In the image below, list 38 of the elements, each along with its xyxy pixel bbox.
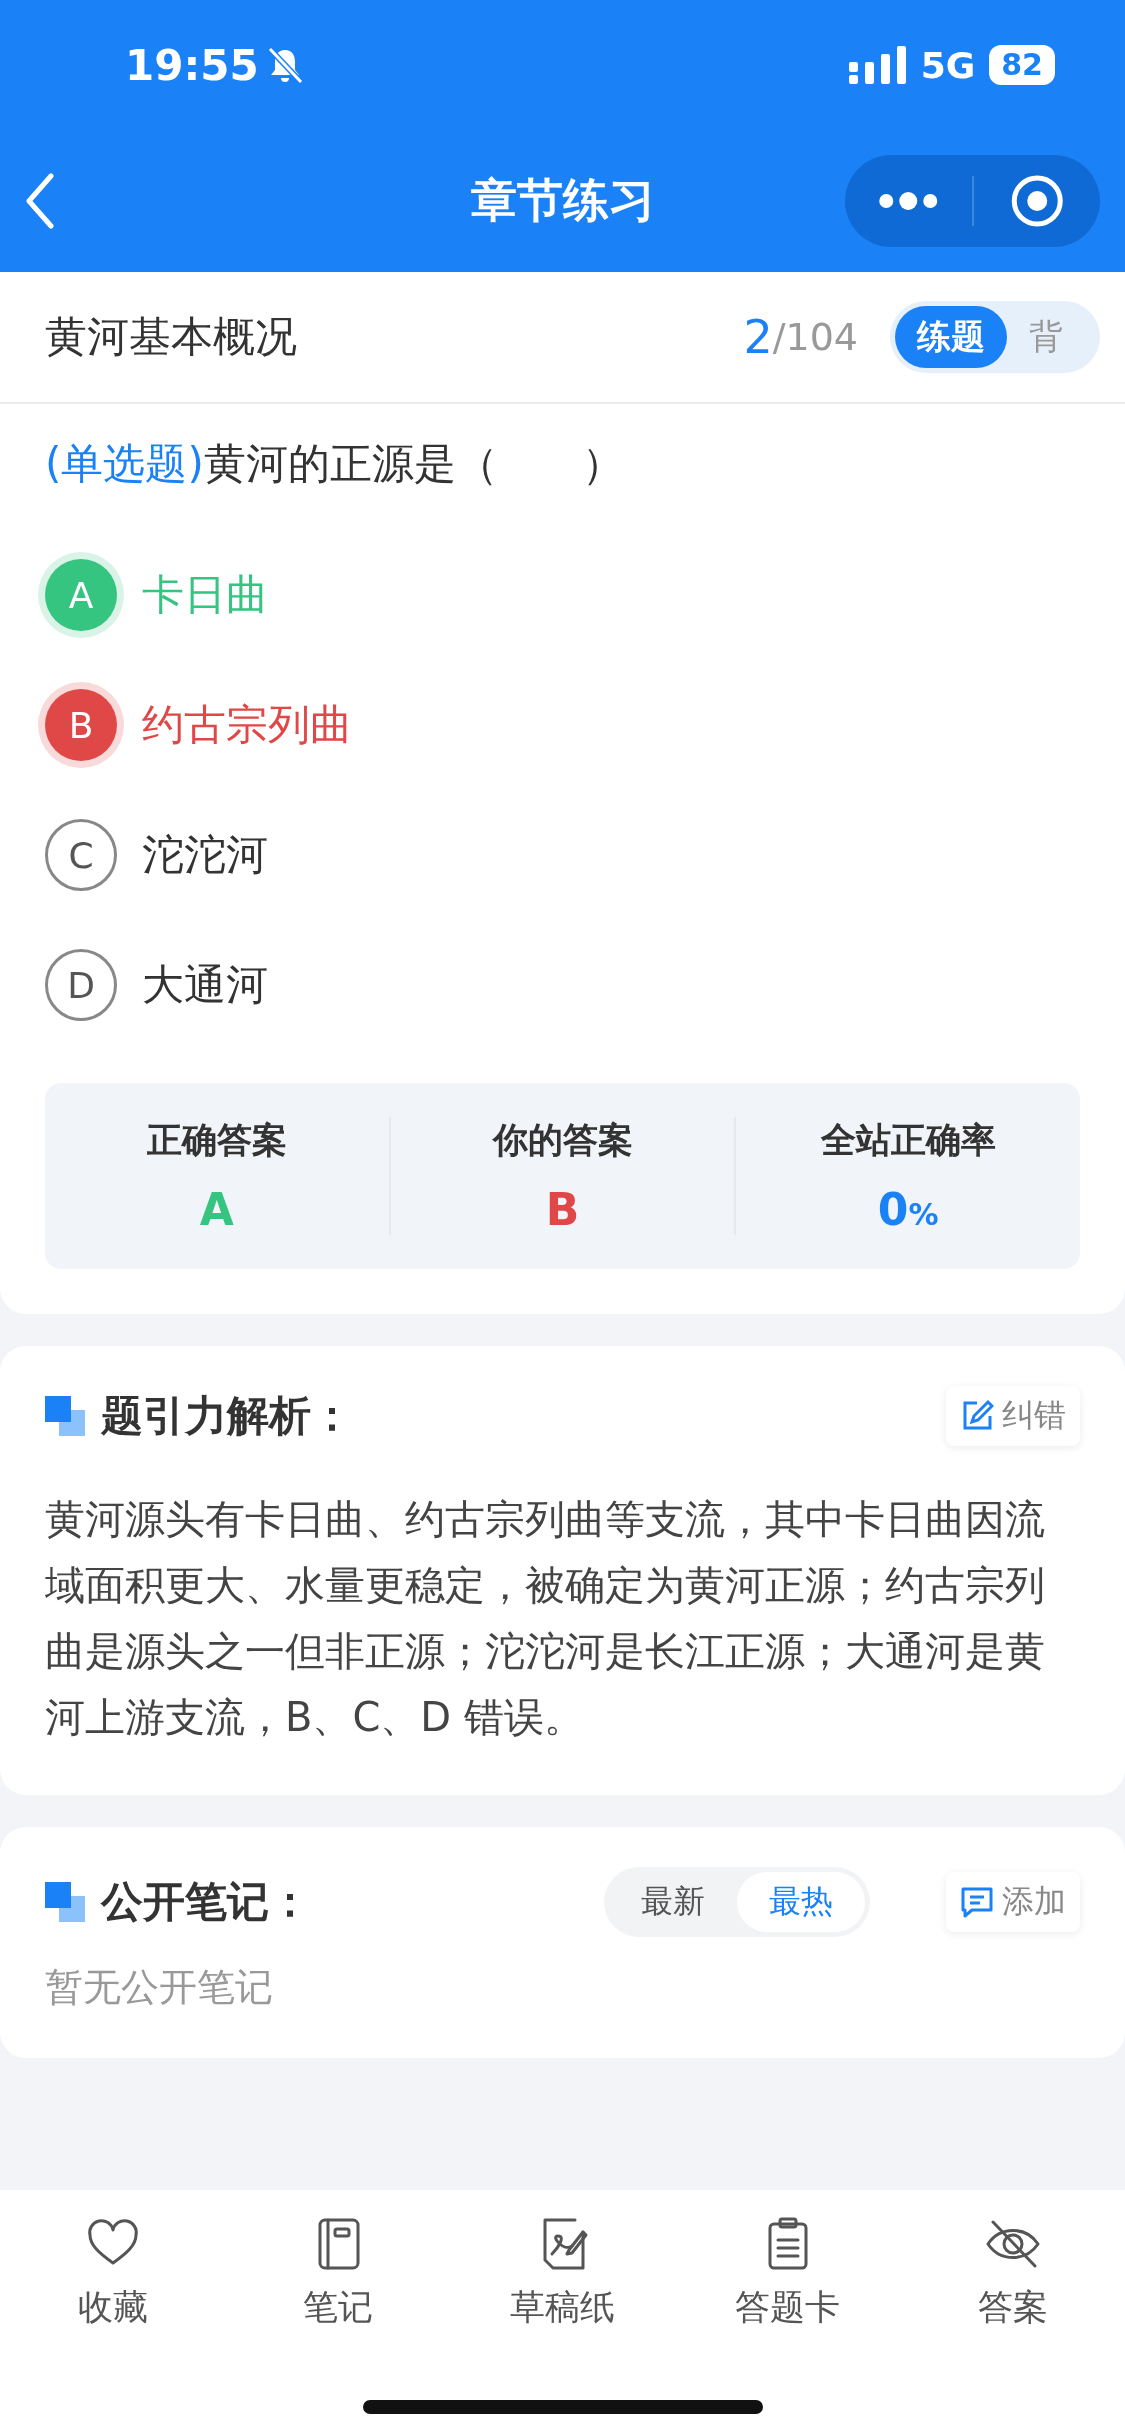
sort-tab[interactable]: 最新 [609, 1872, 737, 1932]
page-title: 章节练习 [470, 172, 655, 229]
current-number: 2 [743, 310, 773, 364]
option-text[interactable]: 沱沱河 [142, 827, 268, 883]
squares-icon [45, 1396, 85, 1436]
section-title: 黄河基本概况 [45, 311, 298, 363]
clock-time: 19:55 [125, 40, 259, 90]
sort-tab[interactable]: 最热 [737, 1872, 865, 1932]
battery-level: 82 [989, 45, 1055, 85]
stat-label: 全站正确率 [820, 1119, 996, 1162]
stat-label: 你的答案 [492, 1119, 633, 1162]
network-label: 5G [920, 44, 976, 86]
stat-value: 0% [877, 1184, 939, 1235]
report-error-button[interactable]: 纠错 [946, 1386, 1080, 1446]
stat-label: 正确答案 [146, 1119, 287, 1162]
toolbar-button[interactable]: 答题卡 [675, 2215, 900, 2332]
option-letter[interactable]: C [45, 819, 117, 891]
signal-icon [848, 46, 907, 84]
question-text: (单选题)黄河的正源是（ ） [44, 438, 625, 490]
total-count: /104 [772, 315, 858, 359]
toolbar-button[interactable]: 草稿纸 [450, 2215, 675, 2332]
analysis-text: 黄河源头有卡日曲、约古宗列曲等支流，其中卡日曲因流域面积更大、水量更稳定，被确定为黄河正源；约古宗列曲是源头之一但非正源；沱沱河是长江正源；大通河是黄河上游支流，B、C、D 错误。 [45, 1495, 1046, 1742]
mode-tab[interactable]: 练题 [895, 306, 1007, 368]
stat-value: B [545, 1184, 580, 1235]
empty-message: 暂无公开笔记 [45, 1964, 274, 2011]
section-heading: 公开笔记： [101, 1876, 312, 1928]
add-note-button[interactable]: 添加 [946, 1872, 1080, 1932]
toolbar-button[interactable]: 笔记 [225, 2215, 450, 2332]
option-text[interactable]: 大通河 [142, 957, 268, 1013]
section-heading: 题引力解析： [101, 1390, 354, 1442]
stat-value: A [199, 1184, 234, 1235]
comment-icon [960, 1885, 994, 1919]
option-letter[interactable]: D [45, 949, 117, 1021]
toolbar-button[interactable]: 收藏 [0, 2215, 225, 2332]
squares-icon [45, 1882, 85, 1922]
toolbar-button[interactable]: 答案 [900, 2215, 1125, 2332]
back-icon[interactable] [25, 173, 55, 229]
option-text[interactable]: 约古宗列曲 [142, 697, 352, 753]
